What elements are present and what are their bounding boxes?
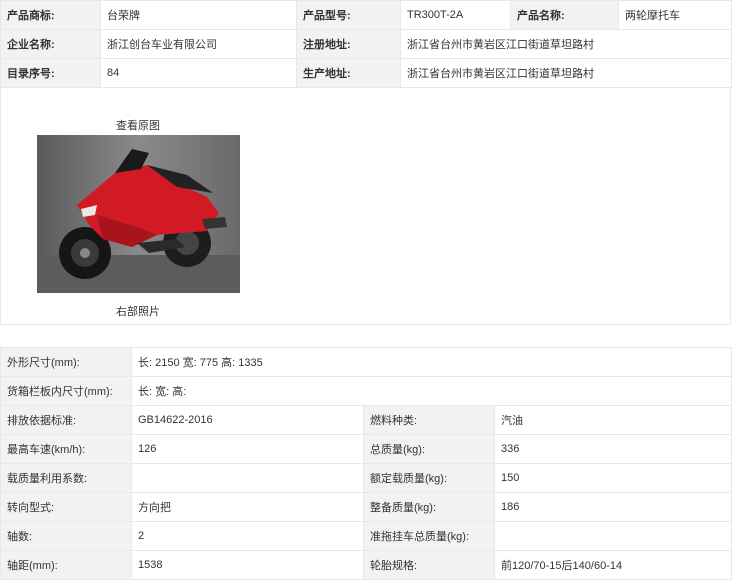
tire-spec-value: 前120/70-15后140/60-14 <box>493 550 733 580</box>
total-mass-value: 336 <box>493 434 733 464</box>
company-value: 浙江创台车业有限公司 <box>100 29 297 59</box>
steering-type-value: 方向把 <box>131 492 364 522</box>
table-row: 企业名称: 浙江创台车业有限公司 注册地址: 浙江省台州市黄岩区江口街道草坦路村 <box>0 29 732 59</box>
emission-standard-label: 排放依据标准: <box>0 405 132 435</box>
fuel-type-label: 燃料种类: <box>363 405 495 435</box>
cargo-dimensions-value: 长: 宽: 高: <box>130 376 733 406</box>
brand-label: 产品商标: <box>0 0 101 30</box>
model-value: TR300T-2A <box>400 0 511 30</box>
company-label: 企业名称: <box>0 29 101 59</box>
view-original-link[interactable]: 查看原图 <box>116 117 160 133</box>
model-label: 产品型号: <box>296 0 401 30</box>
product-info-table: 产品商标: 台荣牌 产品型号: TR300T-2A 产品名称: 两轮摩托车 企业… <box>0 0 732 88</box>
axle-count-label: 轴数: <box>0 521 132 551</box>
motorcycle-photo[interactable] <box>37 135 240 293</box>
tire-spec-label: 轮胎规格: <box>363 550 495 580</box>
table-row: 轴距(mm): 1538 轮胎规格: 前120/70-15后140/60-14 <box>0 550 733 580</box>
table-row: 轴数: 2 准拖挂车总质量(kg): <box>0 521 733 551</box>
load-utilization-label: 载质量利用系数: <box>0 463 132 493</box>
total-mass-label: 总质量(kg): <box>363 434 495 464</box>
product-name-label: 产品名称: <box>510 0 619 30</box>
motorcycle-image <box>37 135 240 293</box>
max-speed-label: 最高车速(km/h): <box>0 434 132 464</box>
rated-load-value: 150 <box>493 463 733 493</box>
curb-mass-label: 整备质量(kg): <box>363 492 495 522</box>
photo-caption: 右部照片 <box>116 306 160 318</box>
trailer-mass-label: 准拖挂车总质量(kg): <box>363 521 495 551</box>
cargo-dimensions-label: 货箱栏板内尺寸(mm): <box>0 376 132 406</box>
max-speed-value: 126 <box>131 434 364 464</box>
table-row: 外形尺寸(mm): 长: 2150 宽: 775 高: 1335 <box>0 347 733 377</box>
emission-standard-value: GB14622-2016 <box>131 405 364 435</box>
table-row: 转向型式: 方向把 整备质量(kg): 186 <box>0 492 733 522</box>
trailer-mass-value <box>493 521 733 551</box>
dimensions-label: 外形尺寸(mm): <box>0 347 132 377</box>
registered-address-value: 浙江省台州市黄岩区江口街道草坦路村 <box>400 29 732 59</box>
catalog-number-label: 目录序号: <box>0 58 101 88</box>
registered-address-label: 注册地址: <box>296 29 401 59</box>
table-row: 货箱栏板内尺寸(mm): 长: 宽: 高: <box>0 376 733 406</box>
rated-load-label: 额定载质量(kg): <box>363 463 495 493</box>
brand-value: 台荣牌 <box>100 0 297 30</box>
wheelbase-value: 1538 <box>131 550 364 580</box>
wheelbase-label: 轴距(mm): <box>0 550 132 580</box>
fuel-type-value: 汽油 <box>493 405 733 435</box>
load-utilization-value <box>131 463 364 493</box>
photo-panel: 查看原图 右部照片 <box>0 87 731 325</box>
production-address-value: 浙江省台州市黄岩区江口街道草坦路村 <box>400 58 732 88</box>
axle-count-value: 2 <box>131 521 364 551</box>
steering-type-label: 转向型式: <box>0 492 132 522</box>
production-address-label: 生产地址: <box>296 58 401 88</box>
product-name-value: 两轮摩托车 <box>618 0 732 30</box>
table-row: 目录序号: 84 生产地址: 浙江省台州市黄岩区江口街道草坦路村 <box>0 58 732 88</box>
catalog-number-value: 84 <box>100 58 297 88</box>
specs-table: 外形尺寸(mm): 长: 2150 宽: 775 高: 1335 货箱栏板内尺寸… <box>0 347 733 580</box>
curb-mass-value: 186 <box>493 492 733 522</box>
table-row: 产品商标: 台荣牌 产品型号: TR300T-2A 产品名称: 两轮摩托车 <box>0 0 732 30</box>
table-row: 载质量利用系数: 额定载质量(kg): 150 <box>0 463 733 493</box>
table-row: 最高车速(km/h): 126 总质量(kg): 336 <box>0 434 733 464</box>
dimensions-value: 长: 2150 宽: 775 高: 1335 <box>130 347 733 377</box>
table-row: 排放依据标准: GB14622-2016 燃料种类: 汽油 <box>0 405 733 435</box>
